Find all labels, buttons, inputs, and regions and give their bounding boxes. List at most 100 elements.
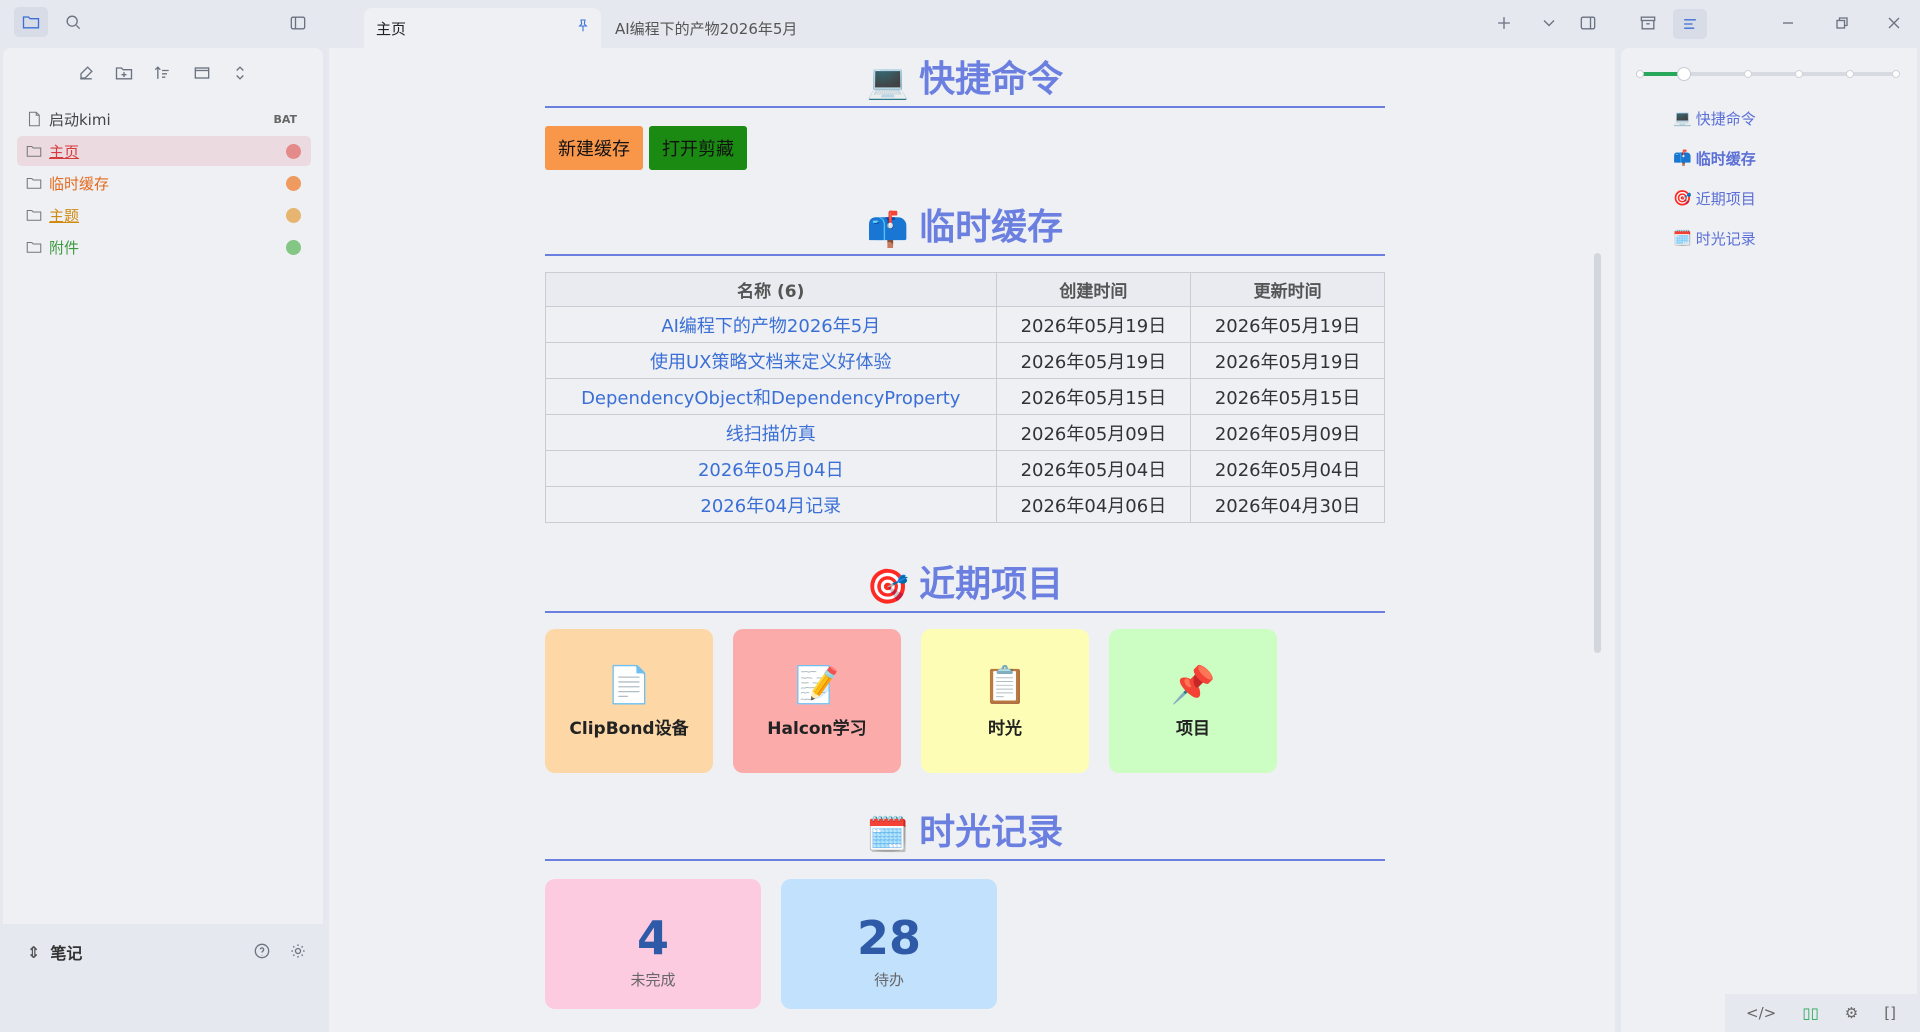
status-bar: </> ▯▯ ⚙ [] [1725, 994, 1917, 1032]
folder-icon [25, 206, 43, 224]
card-label: Halcon学习 [767, 718, 867, 739]
minimize-icon[interactable] [1774, 9, 1802, 37]
table-row: 使用UX策略文档来定义好体验 2026年05月19日 2026年05月19日 [545, 342, 1385, 379]
project-card-halcon[interactable]: 📝 Halcon学习 [733, 629, 901, 773]
created-date: 2026年05月09日 [995, 414, 1192, 451]
sidebar-toggle-icon[interactable] [283, 8, 313, 38]
updated-date: 2026年05月15日 [1190, 378, 1385, 415]
progress-tick [1744, 70, 1752, 78]
file-icon [25, 110, 43, 128]
new-folder-icon[interactable] [111, 60, 137, 86]
new-cache-button[interactable]: 新建缓存 [545, 126, 643, 170]
new-note-icon[interactable] [73, 60, 99, 86]
progress-tick [1892, 70, 1900, 78]
note-link[interactable]: 线扫描仿真 [545, 414, 997, 451]
search-icon[interactable] [58, 7, 88, 37]
target-icon: 🎯 [1673, 189, 1692, 207]
outline-list: 💻 快捷命令 📫 临时缓存 🎯 近期项目 🗓️ 时光记录 [1673, 98, 1756, 258]
reading-icon[interactable]: ▯▯ [1802, 1004, 1819, 1022]
split-icon[interactable]: [] [1884, 1004, 1896, 1022]
restore-icon[interactable] [1828, 9, 1856, 37]
reading-progress-track[interactable] [1636, 67, 1900, 81]
document-icon: 📄 [606, 664, 652, 706]
tree-item-home[interactable]: 主页 [17, 136, 311, 166]
outline-item-commands[interactable]: 💻 快捷命令 [1673, 98, 1756, 138]
expand-collapse-icon[interactable] [227, 60, 253, 86]
created-date: 2026年05月15日 [995, 378, 1192, 415]
outline-item-projects[interactable]: 🎯 近期项目 [1673, 178, 1756, 218]
chevron-updown-icon: ⇕ [27, 942, 41, 962]
settings-gear-icon[interactable] [284, 937, 312, 965]
settings-sliders-icon[interactable]: ⚙ [1845, 1004, 1858, 1022]
laptop-icon: 💻 [866, 62, 910, 102]
calendar-icon: 🗓️ [1673, 229, 1692, 247]
note-content: 💻 快捷命令 新建缓存 打开剪藏 📫 临时缓存 名称 (6) 创建时间 更新时间 [545, 48, 1385, 1009]
outline-label: 近期项目 [1695, 189, 1756, 208]
folder-icon [25, 174, 43, 192]
table-row: DependencyObject和DependencyProperty 2026… [545, 378, 1385, 415]
table-row: 2026年04月记录 2026年04月06日 2026年04月30日 [545, 486, 1385, 523]
archive-icon[interactable] [1633, 9, 1663, 37]
project-cards: 📄 ClipBond设备 📝 Halcon学习 📋 时光 📌 项目 [545, 629, 1385, 773]
folder-icon [25, 142, 43, 160]
column-header-created[interactable]: 创建时间 [995, 272, 1192, 307]
project-card-projects[interactable]: 📌 项目 [1109, 629, 1277, 773]
heading-projects: 🎯 近期项目 [545, 563, 1385, 613]
outline-item-temp-cache[interactable]: 📫 临时缓存 [1673, 138, 1756, 178]
tree-item-label: 启动kimi [49, 110, 111, 129]
title-bar: 主页 AI编程下的产物2026年5月 [0, 0, 1920, 48]
column-header-name[interactable]: 名称 (6) [545, 272, 997, 307]
heading-time-records: 🗓️ 时光记录 [545, 807, 1385, 861]
tab-home[interactable]: 主页 [364, 8, 601, 48]
outline-icon[interactable] [1673, 9, 1707, 39]
folder-icon[interactable] [14, 7, 48, 37]
collapse-view-icon[interactable] [189, 60, 215, 86]
card-label: ClipBond设备 [569, 718, 689, 739]
mailbox-icon: 📫 [1673, 149, 1692, 167]
project-card-time[interactable]: 📋 时光 [921, 629, 1089, 773]
right-sidebar-toggle-icon[interactable] [1574, 9, 1602, 37]
tab-label: AI编程下的产物2026年5月 [615, 19, 798, 38]
heading-text: 快捷命令 [919, 59, 1064, 100]
column-header-updated[interactable]: 更新时间 [1190, 272, 1385, 307]
progress-tick [1846, 70, 1854, 78]
card-label: 时光 [988, 718, 1022, 739]
outline-label: 时光记录 [1695, 229, 1756, 248]
note-link[interactable]: 2026年05月04日 [545, 450, 997, 487]
tree-item-attachments[interactable]: 附件 [17, 232, 311, 262]
note-link[interactable]: AI编程下的产物2026年5月 [545, 306, 997, 343]
pin-icon[interactable] [575, 18, 591, 38]
plus-icon[interactable] [1490, 9, 1518, 37]
stat-card-todo[interactable]: 28 待办 [781, 879, 997, 1009]
vault-switcher[interactable]: ⇕ 笔记 [27, 940, 82, 964]
table-row: 线扫描仿真 2026年05月09日 2026年05月09日 [545, 414, 1385, 451]
sort-icon[interactable] [149, 60, 175, 86]
project-card-clipbond[interactable]: 📄 ClipBond设备 [545, 629, 713, 773]
help-icon[interactable] [248, 937, 276, 965]
file-extension-badge: BAT [273, 112, 297, 126]
reading-progress-knob[interactable] [1676, 67, 1691, 81]
note-editor: 💻 快捷命令 新建缓存 打开剪藏 📫 临时缓存 名称 (6) 创建时间 更新时间 [329, 48, 1615, 1032]
note-link[interactable]: 使用UX策略文档来定义好体验 [545, 342, 997, 379]
note-link[interactable]: 2026年04月记录 [545, 486, 997, 523]
tree-item-topics[interactable]: 主题 [17, 200, 311, 230]
outline-item-time-records[interactable]: 🗓️ 时光记录 [1673, 218, 1756, 258]
code-icon[interactable]: </> [1746, 1004, 1776, 1022]
color-dot [286, 176, 301, 191]
table-header-row: 名称 (6) 创建时间 更新时间 [545, 272, 1385, 307]
stat-card-incomplete[interactable]: 4 未完成 [545, 879, 761, 1009]
button-label: 新建缓存 [558, 139, 630, 160]
button-label: 打开剪藏 [662, 139, 734, 160]
progress-tick [1795, 70, 1803, 78]
file-tree: 启动kimi BAT 主页 临时缓存 主题 附件 [17, 104, 311, 264]
updated-date: 2026年05月19日 [1190, 306, 1385, 343]
open-clippings-button[interactable]: 打开剪藏 [649, 126, 747, 170]
tree-item-temp-cache[interactable]: 临时缓存 [17, 168, 311, 198]
editor-scrollbar[interactable] [1594, 253, 1601, 653]
tree-item-start-kimi[interactable]: 启动kimi BAT [17, 104, 311, 134]
table-row: AI编程下的产物2026年5月 2026年05月19日 2026年05月19日 [545, 306, 1385, 343]
chevron-down-icon[interactable] [1535, 9, 1563, 37]
note-link[interactable]: DependencyObject和DependencyProperty [545, 378, 997, 415]
tab-ai-products[interactable]: AI编程下的产物2026年5月 [603, 8, 923, 48]
close-icon[interactable] [1880, 9, 1908, 37]
